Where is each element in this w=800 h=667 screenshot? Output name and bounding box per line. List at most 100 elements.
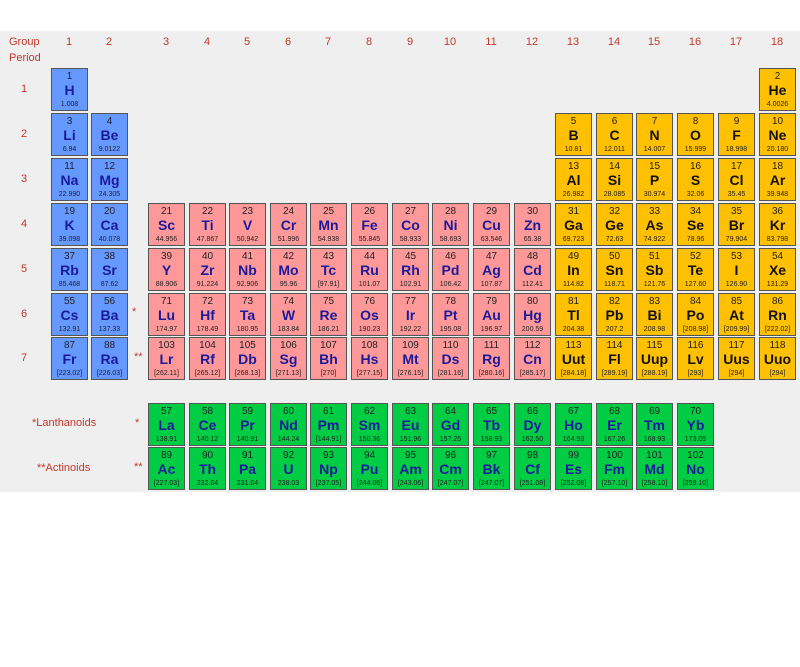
element-cell-am[interactable]: 95 Am [243.06] [392, 447, 429, 490]
element-cell-f[interactable]: 9 F 18.998 [718, 113, 755, 156]
element-cell-tb[interactable]: 65 Tb 158.93 [473, 403, 510, 446]
element-cell-ar[interactable]: 18 Ar 39.948 [759, 158, 796, 201]
element-cell-rg[interactable]: 111 Rg [280.16] [473, 337, 510, 380]
element-cell-pt[interactable]: 78 Pt 195.08 [432, 293, 469, 336]
element-cell-ba[interactable]: 56 Ba 137.33 [91, 293, 128, 336]
element-cell-au[interactable]: 79 Au 196.97 [473, 293, 510, 336]
element-cell-ge[interactable]: 32 Ge 72.63 [596, 203, 633, 246]
element-cell-ne[interactable]: 10 Ne 20.180 [759, 113, 796, 156]
element-cell-sm[interactable]: 62 Sm 150.36 [351, 403, 388, 446]
element-cell-dy[interactable]: 66 Dy 162.50 [514, 403, 551, 446]
element-cell-ni[interactable]: 28 Ni 58.693 [432, 203, 469, 246]
element-cell-md[interactable]: 101 Md [258.10] [636, 447, 673, 490]
element-cell-mn[interactable]: 25 Mn 54.938 [310, 203, 347, 246]
element-cell-sr[interactable]: 38 Sr 87.62 [91, 248, 128, 291]
element-cell-mo[interactable]: 42 Mo 95.96 [270, 248, 307, 291]
element-cell-lu[interactable]: 71 Lu 174.97 [148, 293, 185, 336]
element-cell-br[interactable]: 35 Br 79.904 [718, 203, 755, 246]
element-cell-mg[interactable]: 12 Mg 24.305 [91, 158, 128, 201]
element-cell-cl[interactable]: 17 Cl 35.45 [718, 158, 755, 201]
element-cell-ru[interactable]: 44 Ru 101.07 [351, 248, 388, 291]
element-cell-eu[interactable]: 63 Eu 151.96 [392, 403, 429, 446]
element-cell-s[interactable]: 16 S 32.06 [677, 158, 714, 201]
element-cell-hs[interactable]: 108 Hs [277.15] [351, 337, 388, 380]
element-cell-nd[interactable]: 60 Nd 144.24 [270, 403, 307, 446]
element-cell-yb[interactable]: 70 Yb 173.05 [677, 403, 714, 446]
element-cell-cm[interactable]: 96 Cm [247.07] [432, 447, 469, 490]
element-cell-zr[interactable]: 40 Zr 91.224 [189, 248, 226, 291]
element-cell-at[interactable]: 85 At [209.99] [718, 293, 755, 336]
element-cell-kr[interactable]: 36 Kr 83.798 [759, 203, 796, 246]
element-cell-ho[interactable]: 67 Ho 164.93 [555, 403, 592, 446]
element-cell-uup[interactable]: 115 Uup [288.19] [636, 337, 673, 380]
element-cell-es[interactable]: 99 Es [252.08] [555, 447, 592, 490]
element-cell-pb[interactable]: 82 Pb 207.2 [596, 293, 633, 336]
element-cell-ag[interactable]: 47 Ag 107.87 [473, 248, 510, 291]
element-cell-er[interactable]: 68 Er 167.26 [596, 403, 633, 446]
element-cell-uuo[interactable]: 118 Uuo [294] [759, 337, 796, 380]
element-cell-re[interactable]: 75 Re 186.21 [310, 293, 347, 336]
element-cell-la[interactable]: 57 La 138.91 [148, 403, 185, 446]
element-cell-tl[interactable]: 81 Tl 204.38 [555, 293, 592, 336]
element-cell-bh[interactable]: 107 Bh [270] [310, 337, 347, 380]
element-cell-lr[interactable]: 103 Lr [262.11] [148, 337, 185, 380]
element-cell-pa[interactable]: 91 Pa 231.04 [229, 447, 266, 490]
element-cell-rh[interactable]: 45 Rh 102.91 [392, 248, 429, 291]
element-cell-i[interactable]: 53 I 126.90 [718, 248, 755, 291]
element-cell-fe[interactable]: 26 Fe 55.845 [351, 203, 388, 246]
element-cell-rn[interactable]: 86 Rn [222.02] [759, 293, 796, 336]
element-cell-sc[interactable]: 21 Sc 44.956 [148, 203, 185, 246]
element-cell-ta[interactable]: 73 Ta 180.95 [229, 293, 266, 336]
element-cell-u[interactable]: 92 U 238.03 [270, 447, 307, 490]
element-cell-th[interactable]: 90 Th 232.04 [189, 447, 226, 490]
element-cell-b[interactable]: 5 B 10.81 [555, 113, 592, 156]
element-cell-fr[interactable]: 87 Fr [223.02] [51, 337, 88, 380]
element-cell-pd[interactable]: 46 Pd 106.42 [432, 248, 469, 291]
element-cell-pm[interactable]: 61 Pm [144.91] [310, 403, 347, 446]
element-cell-al[interactable]: 13 Al 26.982 [555, 158, 592, 201]
element-cell-h[interactable]: 1 H 1.008 [51, 68, 88, 111]
element-cell-fm[interactable]: 100 Fm [257.10] [596, 447, 633, 490]
element-cell-sg[interactable]: 106 Sg [271.13] [270, 337, 307, 380]
element-cell-po[interactable]: 84 Po [208.98] [677, 293, 714, 336]
element-cell-p[interactable]: 15 P 30.974 [636, 158, 673, 201]
element-cell-mt[interactable]: 109 Mt [276.15] [392, 337, 429, 380]
element-cell-np[interactable]: 93 Np [237.05] [310, 447, 347, 490]
element-cell-cu[interactable]: 29 Cu 63.546 [473, 203, 510, 246]
element-cell-rb[interactable]: 37 Rb 85.468 [51, 248, 88, 291]
element-cell-fl[interactable]: 114 Fl [289.19] [596, 337, 633, 380]
element-cell-pr[interactable]: 59 Pr 140.91 [229, 403, 266, 446]
element-cell-rf[interactable]: 104 Rf [265.12] [189, 337, 226, 380]
element-cell-ds[interactable]: 110 Ds [281.16] [432, 337, 469, 380]
element-cell-ga[interactable]: 31 Ga 69.723 [555, 203, 592, 246]
element-cell-cr[interactable]: 24 Cr 51.996 [270, 203, 307, 246]
element-cell-co[interactable]: 27 Co 58.933 [392, 203, 429, 246]
element-cell-as[interactable]: 33 As 74.922 [636, 203, 673, 246]
element-cell-gd[interactable]: 64 Gd 157.25 [432, 403, 469, 446]
element-cell-bk[interactable]: 97 Bk [247.07] [473, 447, 510, 490]
element-cell-cs[interactable]: 55 Cs 132.91 [51, 293, 88, 336]
element-cell-in[interactable]: 49 In 114.82 [555, 248, 592, 291]
element-cell-pu[interactable]: 94 Pu [244.06] [351, 447, 388, 490]
element-cell-v[interactable]: 23 V 50.942 [229, 203, 266, 246]
element-cell-db[interactable]: 105 Db [268.13] [229, 337, 266, 380]
element-cell-ir[interactable]: 77 Ir 192.22 [392, 293, 429, 336]
element-cell-ti[interactable]: 22 Ti 47.867 [189, 203, 226, 246]
element-cell-na[interactable]: 11 Na 22.990 [51, 158, 88, 201]
element-cell-tc[interactable]: 43 Tc [97.91] [310, 248, 347, 291]
element-cell-sb[interactable]: 51 Sb 121.76 [636, 248, 673, 291]
element-cell-ac[interactable]: 89 Ac [227.03] [148, 447, 185, 490]
element-cell-c[interactable]: 6 C 12.011 [596, 113, 633, 156]
element-cell-ce[interactable]: 58 Ce 140.12 [189, 403, 226, 446]
element-cell-hf[interactable]: 72 Hf 178.49 [189, 293, 226, 336]
element-cell-si[interactable]: 14 Si 28.085 [596, 158, 633, 201]
element-cell-li[interactable]: 3 Li 6.94 [51, 113, 88, 156]
element-cell-zn[interactable]: 30 Zn 65.38 [514, 203, 551, 246]
element-cell-uus[interactable]: 117 Uus [294] [718, 337, 755, 380]
element-cell-ra[interactable]: 88 Ra [226.03] [91, 337, 128, 380]
element-cell-te[interactable]: 52 Te 127.60 [677, 248, 714, 291]
element-cell-w[interactable]: 74 W 183.84 [270, 293, 307, 336]
element-cell-uut[interactable]: 113 Uut [284.18] [555, 337, 592, 380]
element-cell-se[interactable]: 34 Se 78.96 [677, 203, 714, 246]
element-cell-cd[interactable]: 48 Cd 112.41 [514, 248, 551, 291]
